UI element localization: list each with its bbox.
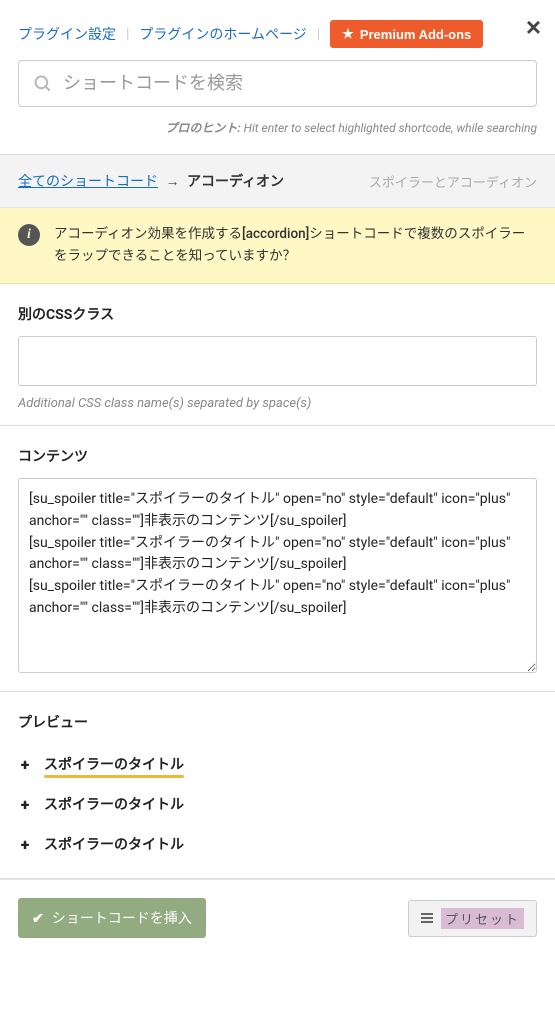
premium-addons-button[interactable]: ★ Premium Add-ons xyxy=(330,20,483,48)
plus-icon: + xyxy=(18,795,32,814)
star-icon: ★ xyxy=(342,26,354,42)
separator: | xyxy=(126,26,129,42)
footer: ✔ ショートコードを挿入 プリセット xyxy=(0,879,555,956)
content-textarea[interactable]: [su_spoiler title="スポイラーのタイトル" open="no"… xyxy=(18,478,537,673)
preview-list: + スポイラーのタイトル + スポイラーのタイトル + スポイラーのタイトル xyxy=(18,744,537,864)
insert-shortcode-button[interactable]: ✔ ショートコードを挿入 xyxy=(18,898,206,938)
breadcrumb-current: アコーディオン xyxy=(187,174,284,190)
spoiler-item[interactable]: + スポイラーのタイトル xyxy=(18,744,537,784)
spoiler-title: スポイラーのタイトル xyxy=(44,754,184,774)
plus-icon: + xyxy=(18,755,32,774)
breadcrumb-meta: スポイラーとアコーディオン xyxy=(369,172,537,191)
spoiler-title: スポイラーのタイトル xyxy=(44,834,184,854)
spoiler-title: スポイラーのタイトル xyxy=(44,794,184,814)
breadcrumb-left: 全てのショートコード → アコーディオン xyxy=(18,171,284,191)
chevron-right-icon: → xyxy=(165,174,179,190)
check-icon: ✔ xyxy=(32,910,44,927)
plus-icon: + xyxy=(18,835,32,854)
separator: | xyxy=(317,26,320,42)
preset-button[interactable]: プリセット xyxy=(408,900,537,937)
spoiler-item[interactable]: + スポイラーのタイトル xyxy=(18,784,537,824)
insert-button-label: ショートコードを挿入 xyxy=(52,908,192,928)
css-class-section: 別のCSSクラス Additional CSS class name(s) se… xyxy=(0,284,555,425)
plugin-homepage-link[interactable]: プラグインのホームページ xyxy=(139,24,306,44)
preset-button-label: プリセット xyxy=(441,908,524,929)
info-icon: i xyxy=(18,224,40,246)
search-hint: プロのヒント: Hit enter to select highlighted … xyxy=(0,115,555,154)
hamburger-icon xyxy=(421,913,433,923)
breadcrumb-all-link[interactable]: 全てのショートコード xyxy=(18,174,158,190)
close-icon: × xyxy=(526,12,541,42)
header-bar: プラグイン設定 | プラグインのホームページ | ★ Premium Add-o… xyxy=(0,0,555,60)
hint-text: Hit enter to select highlighted shortcod… xyxy=(241,121,537,135)
info-message: アコーディオン効果を作成する[accordion]ショートコードで複数のスポイラ… xyxy=(54,224,537,267)
search-box[interactable] xyxy=(18,60,537,107)
preview-section: プレビュー + スポイラーのタイトル + スポイラーのタイトル + スポイラーのタイトル xyxy=(0,692,555,878)
content-label: コンテンツ xyxy=(18,446,537,466)
info-banner: i アコーディオン効果を作成する[accordion]ショートコードで複数のスポ… xyxy=(0,208,555,284)
search-container xyxy=(0,60,555,115)
spoiler-item[interactable]: + スポイラーのタイトル xyxy=(18,824,537,864)
hint-label: プロのヒント: xyxy=(165,121,240,135)
css-class-hint: Additional CSS class name(s) separated b… xyxy=(18,396,537,411)
search-input[interactable] xyxy=(63,73,522,94)
preview-label: プレビュー xyxy=(18,712,537,732)
close-button[interactable]: × xyxy=(526,14,541,40)
premium-button-label: Premium Add-ons xyxy=(360,27,471,42)
search-icon xyxy=(33,74,53,94)
css-class-label: 別のCSSクラス xyxy=(18,304,537,324)
content-section: コンテンツ [su_spoiler title="スポイラーのタイトル" ope… xyxy=(0,426,555,691)
breadcrumb: 全てのショートコード → アコーディオン スポイラーとアコーディオン xyxy=(0,155,555,208)
plugin-settings-link[interactable]: プラグイン設定 xyxy=(18,24,116,44)
css-class-input[interactable] xyxy=(18,336,537,386)
